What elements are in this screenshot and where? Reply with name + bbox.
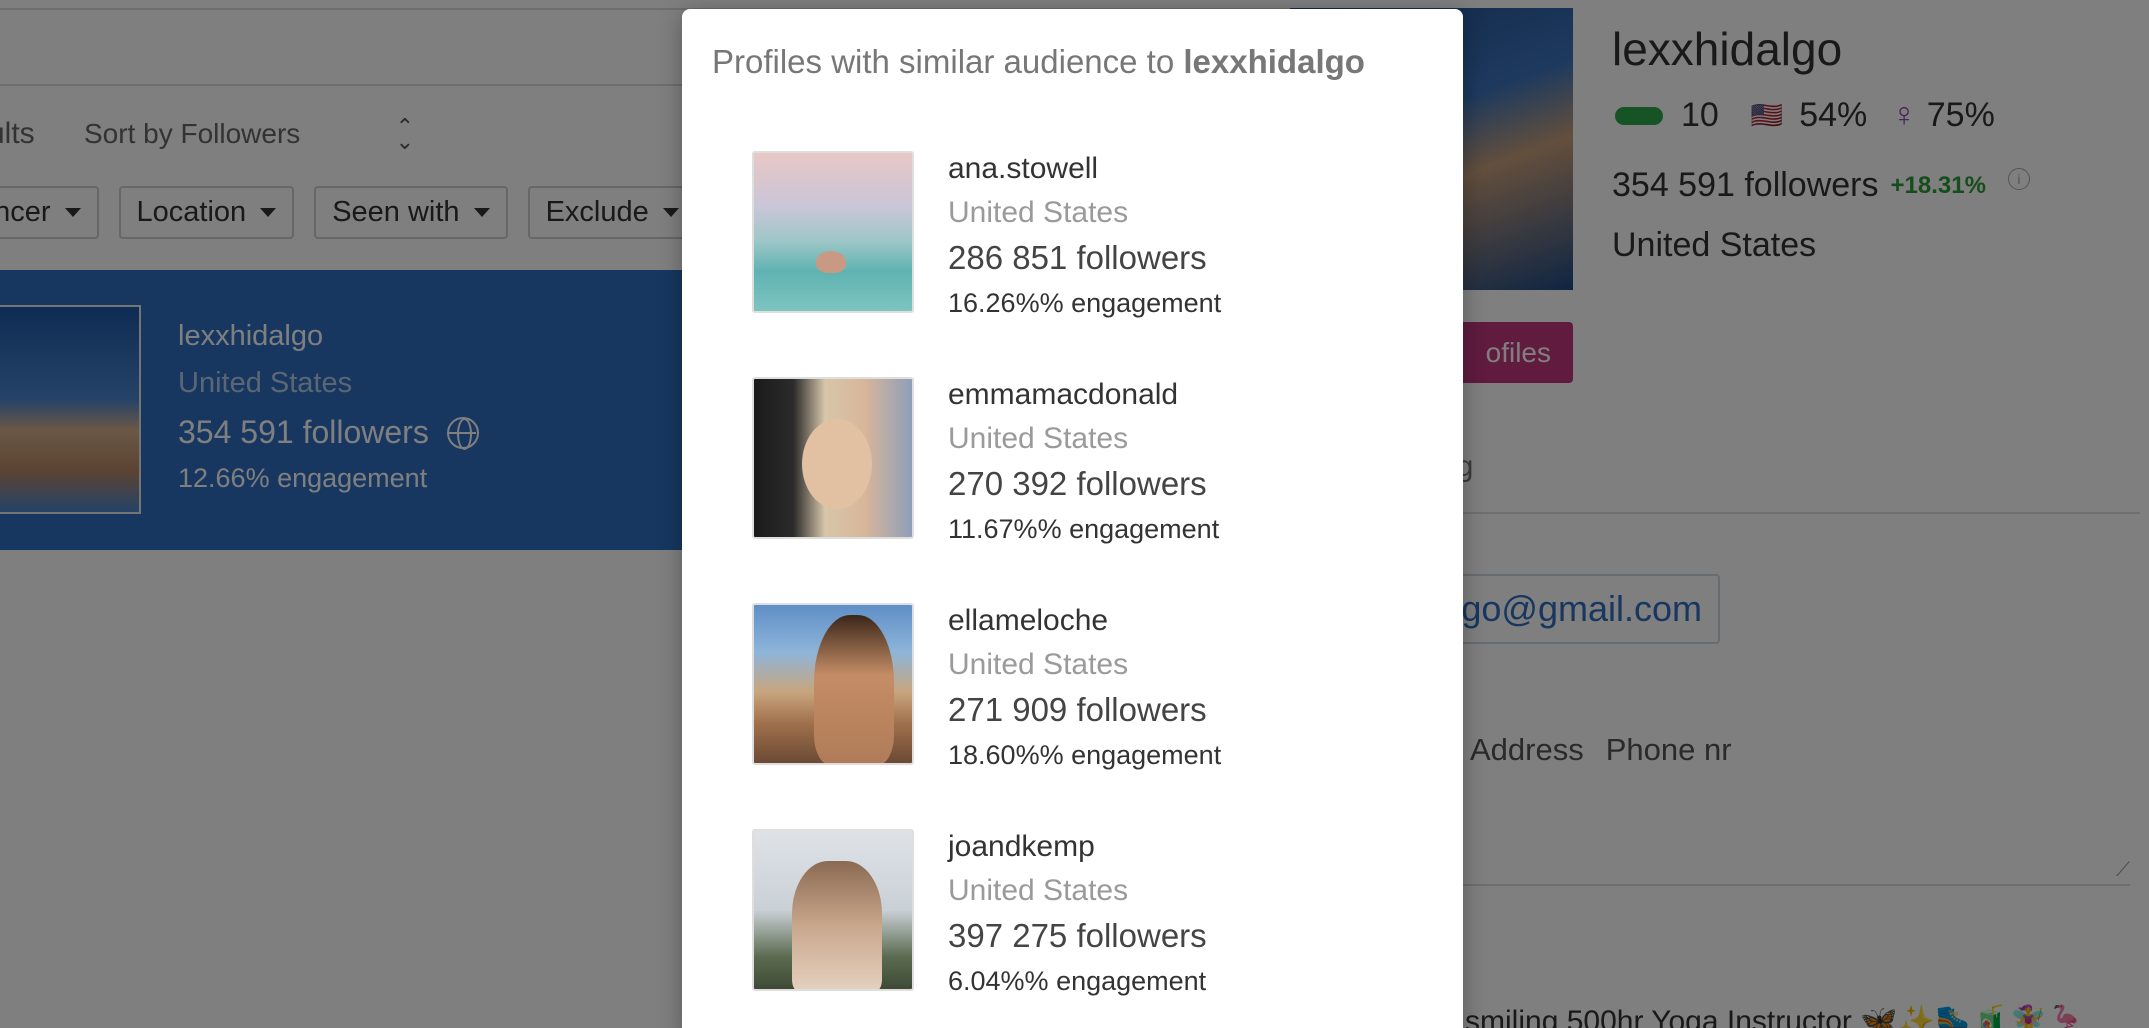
profile-info: emmamacdonald United States 270 392 foll… xyxy=(948,377,1219,545)
profile-followers: 397 275 followers xyxy=(948,917,1207,954)
similar-profile-item[interactable]: joandkemp United States 397 275 follower… xyxy=(752,829,1412,996)
modal-title-username: lexxhidalgo xyxy=(1183,43,1365,80)
similar-profile-item[interactable]: emmamacdonald United States 270 392 foll… xyxy=(752,377,1412,544)
profile-location: United States xyxy=(948,874,1129,907)
profile-photo[interactable] xyxy=(752,829,914,991)
profile-photo[interactable] xyxy=(752,377,914,539)
similar-profile-item[interactable]: ana.stowell United States 286 851 follow… xyxy=(752,151,1412,318)
profile-info: ana.stowell United States 286 851 follow… xyxy=(948,151,1221,319)
profile-info: ellameloche United States 271 909 follow… xyxy=(948,603,1221,771)
profile-photo[interactable] xyxy=(752,151,914,313)
profile-location: United States xyxy=(948,196,1129,229)
profile-followers: 271 909 followers xyxy=(948,691,1207,728)
profile-username[interactable]: joandkemp xyxy=(948,829,1207,865)
modal-title-prefix: Profiles with similar audience to xyxy=(712,43,1184,80)
profile-username[interactable]: ana.stowell xyxy=(948,151,1221,187)
modal-title: Profiles with similar audience to lexxhi… xyxy=(712,43,1365,81)
profile-username[interactable]: emmamacdonald xyxy=(948,377,1219,413)
profile-username[interactable]: ellameloche xyxy=(948,603,1221,639)
profile-followers: 270 392 followers xyxy=(948,465,1207,502)
profile-engagement: 16.26%% engagement xyxy=(948,288,1222,318)
profile-engagement: 18.60%% engagement xyxy=(948,740,1222,770)
profile-location: United States xyxy=(948,648,1129,681)
profile-followers: 286 851 followers xyxy=(948,239,1207,276)
profile-location: United States xyxy=(948,422,1129,455)
similar-profiles-modal: Profiles with similar audience to lexxhi… xyxy=(682,9,1463,1028)
profile-engagement: 11.67%% engagement xyxy=(948,514,1220,544)
profile-info: joandkemp United States 397 275 follower… xyxy=(948,829,1207,997)
similar-profile-item[interactable]: ellameloche United States 271 909 follow… xyxy=(752,603,1412,770)
profile-engagement: 6.04%% engagement xyxy=(948,966,1207,996)
profile-photo[interactable] xyxy=(752,603,914,765)
